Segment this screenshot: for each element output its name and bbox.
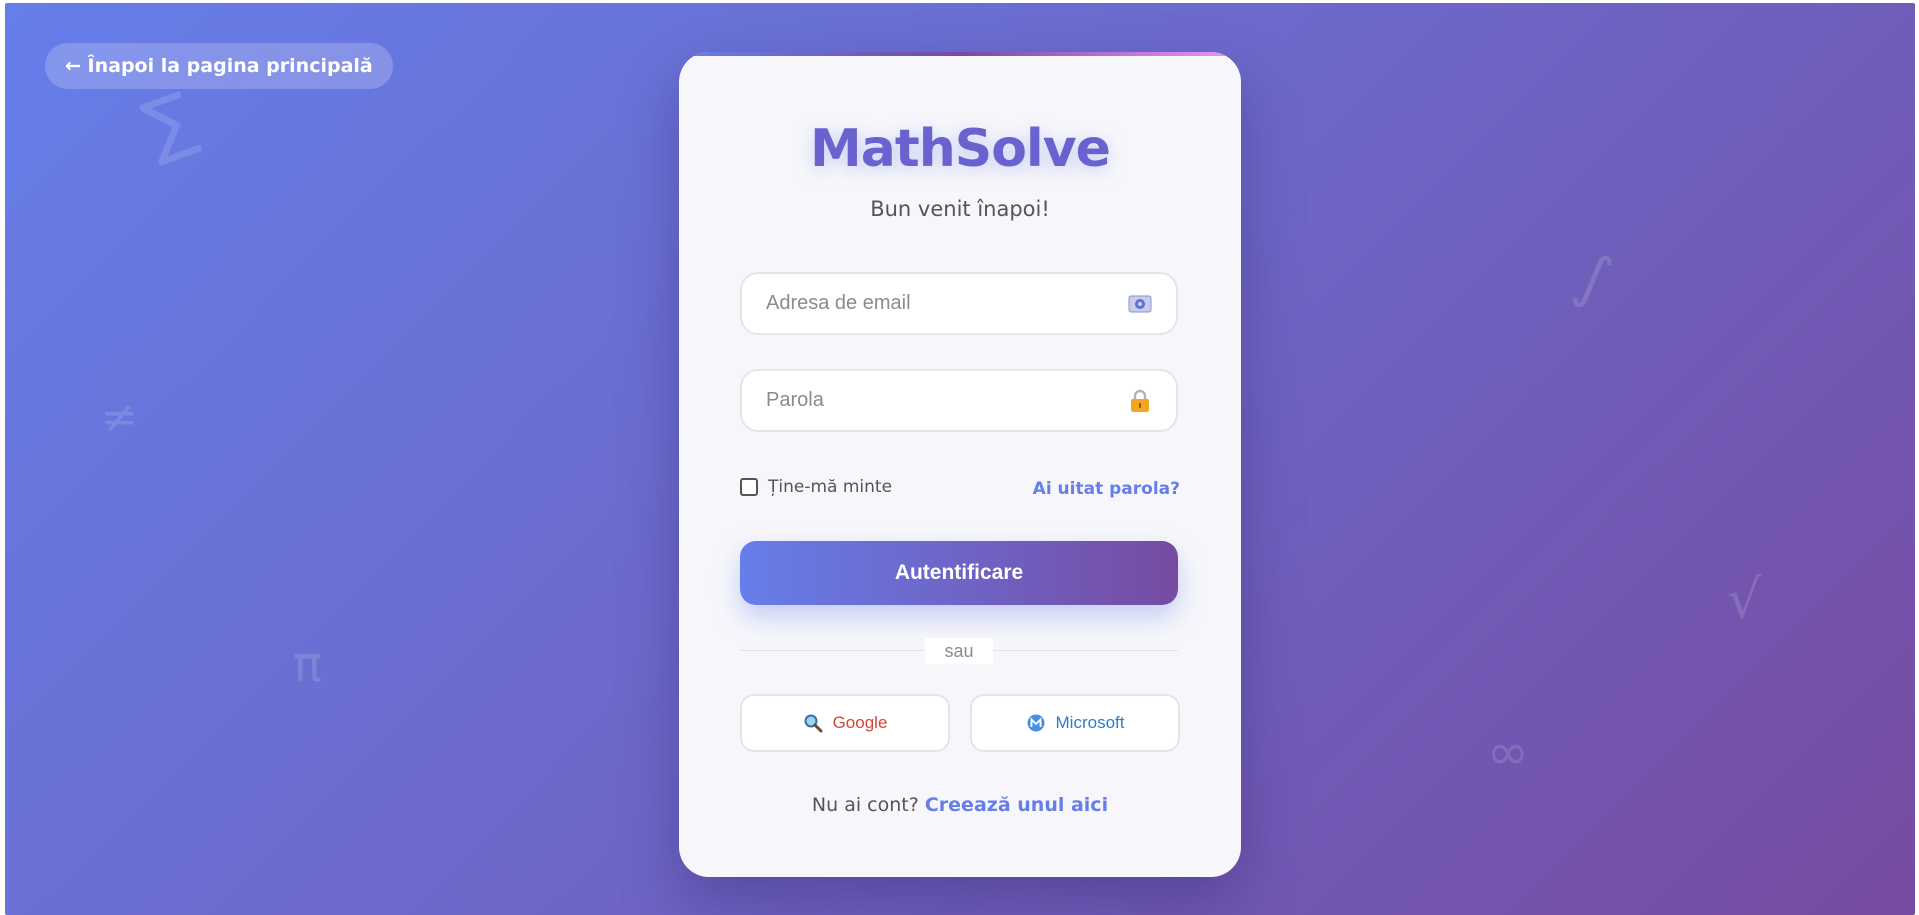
login-submit-button[interactable]: Autentificare [740,541,1178,605]
not-equal-symbol: ≠ [101,392,138,443]
email-input[interactable] [742,274,1126,333]
pi-symbol: π [293,637,322,693]
forgot-password-link[interactable]: Ai uitat parola? [1033,479,1180,499]
back-to-home-label: ← Înapoi la pagina principală [65,55,373,77]
google-login-label: Google [832,713,888,732]
microsoft-login-label: Microsoft [1055,713,1125,732]
sigma-symbol: ∑ [132,76,205,170]
infinity-symbol: ∞ [1487,723,1529,781]
email-field[interactable] [740,272,1178,335]
remember-me[interactable]: Ține-mă minte [740,477,892,497]
page-background: ∑ ≠ π ∫ √ ∞ ← Înapoi la pagina principal… [5,3,1915,915]
create-account-link[interactable]: Creează unul aici [925,794,1108,816]
remember-me-label: Ține-mă minte [768,477,893,497]
password-input[interactable] [742,371,1126,430]
microsoft-login-button[interactable]: Microsoft [970,694,1180,752]
back-to-home-button[interactable]: ← Înapoi la pagina principală [45,43,393,89]
signup-prompt-text: Nu ai cont? [811,794,919,816]
brand-title: MathSolve [810,119,1111,179]
signup-prompt: Nu ai cont? Creează unul aici [679,794,1241,816]
magnifier-icon [804,714,823,733]
remember-me-checkbox[interactable] [740,478,758,496]
microsoft-icon [1027,714,1045,732]
welcome-subtitle: Bun venit înapoi! [870,197,1050,221]
email-icon [1128,292,1152,316]
sqrt-symbol: √ [1727,568,1762,631]
login-card: MathSolve Bun venit înapoi! Adresa de em… [679,52,1241,877]
card-accent-bar [679,52,1241,56]
login-submit-label: Autentificare [894,561,1024,584]
or-divider-label: sau [925,638,993,664]
lock-icon [1128,389,1152,413]
google-login-button[interactable]: Google [740,694,950,752]
password-field[interactable] [740,369,1178,432]
integral-symbol: ∫ [1566,239,1621,317]
